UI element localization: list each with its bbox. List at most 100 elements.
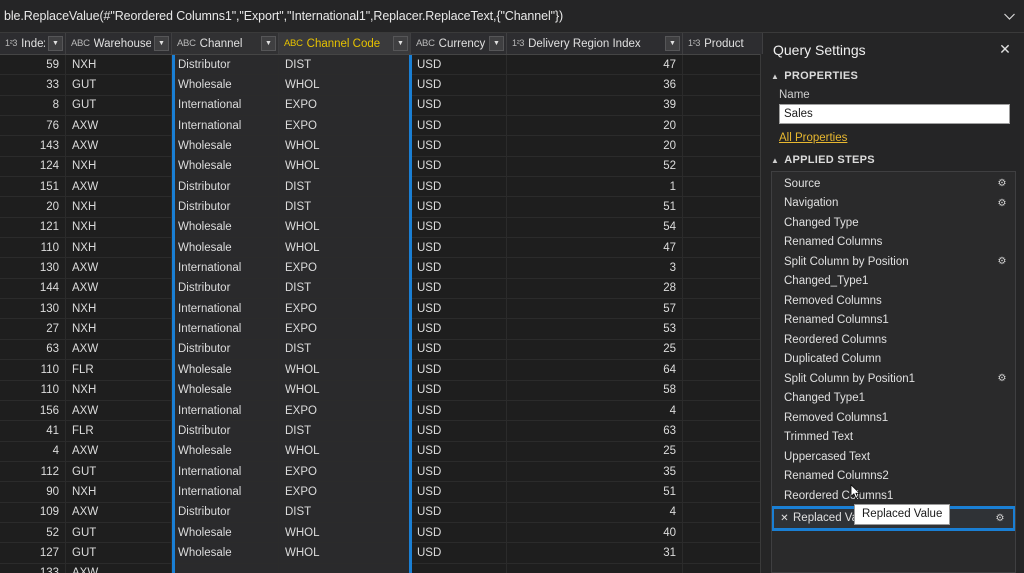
table-cell[interactable] — [683, 96, 760, 115]
applied-step-trimmed-text[interactable]: Trimmed Text — [772, 428, 1015, 448]
table-cell[interactable]: International — [172, 461, 279, 482]
table-cell[interactable]: DIST — [279, 421, 411, 441]
table-cell[interactable]: 4 — [507, 400, 683, 421]
table-cell[interactable] — [683, 381, 760, 400]
table-cell[interactable] — [683, 462, 760, 481]
table-cell[interactable]: WHOL — [279, 156, 411, 177]
table-cell[interactable]: WHOL — [279, 136, 411, 156]
table-cell[interactable]: NXH — [66, 55, 172, 75]
gear-icon[interactable]: ⚙ — [995, 178, 1009, 189]
table-cell[interactable]: AXW — [66, 400, 172, 421]
table-row[interactable]: 112 GUT International EXPO USD 35 — [0, 461, 760, 483]
table-cell[interactable] — [683, 218, 760, 237]
table-cell[interactable]: 58 — [507, 380, 683, 400]
filter-dropdown-icon[interactable]: ▼ — [393, 36, 408, 51]
table-cell[interactable]: USD — [411, 421, 507, 441]
column-header-product[interactable]: 1²3 Product — [683, 33, 763, 54]
applied-step-duplicated-column[interactable]: Duplicated Column — [772, 350, 1015, 370]
table-cell[interactable] — [683, 503, 760, 522]
table-row[interactable]: 130 AXW International EXPO USD 3 — [0, 258, 760, 279]
table-row[interactable]: 59 NXH Distributor DIST USD 47 — [0, 55, 760, 76]
table-cell[interactable]: 4 — [0, 441, 66, 461]
table-cell[interactable]: DIST — [279, 502, 411, 522]
table-cell[interactable]: 47 — [507, 238, 683, 258]
table-cell[interactable]: AXW — [66, 116, 172, 136]
table-cell[interactable] — [683, 482, 760, 501]
table-cell[interactable]: Distributor — [172, 502, 279, 522]
table-cell[interactable]: USD — [411, 441, 507, 461]
table-cell[interactable]: AXW — [66, 136, 172, 156]
table-cell[interactable]: Wholesale — [172, 441, 279, 461]
table-row[interactable]: 41 FLR Distributor DIST USD 63 — [0, 421, 760, 442]
table-row[interactable]: 130 NXH International EXPO USD 57 — [0, 299, 760, 320]
table-cell[interactable] — [683, 442, 760, 461]
table-cell[interactable]: 63 — [0, 339, 66, 360]
table-row[interactable]: 20 NXH Distributor DIST USD 51 — [0, 197, 760, 218]
table-cell[interactable]: 90 — [0, 482, 66, 502]
column-header-currency[interactable]: ABC Currency ▼ — [411, 33, 507, 54]
table-cell[interactable] — [683, 543, 760, 562]
table-cell[interactable]: GUT — [66, 95, 172, 116]
table-cell[interactable]: DIST — [279, 339, 411, 360]
table-cell[interactable]: USD — [411, 217, 507, 238]
applied-step-split-column-by-position1[interactable]: Split Column by Position1 ⚙ — [772, 369, 1015, 389]
column-header-channel-code[interactable]: ABC Channel Code ▼ — [279, 33, 411, 54]
table-cell[interactable] — [683, 177, 760, 196]
table-row[interactable]: 143 AXW Wholesale WHOL USD 20 — [0, 136, 760, 157]
applied-step-removed-columns1[interactable]: Removed Columns1 — [772, 408, 1015, 428]
table-cell[interactable]: 36 — [507, 75, 683, 95]
table-cell[interactable]: WHOL — [279, 543, 411, 563]
table-cell[interactable]: GUT — [66, 522, 172, 543]
table-cell[interactable]: International — [172, 319, 279, 339]
table-row[interactable]: 110 FLR Wholesale WHOL USD 64 — [0, 360, 760, 381]
table-cell[interactable]: DIST — [279, 197, 411, 217]
delete-step-icon[interactable]: ✕ — [778, 513, 791, 524]
table-row[interactable]: 110 NXH Wholesale WHOL USD 58 — [0, 380, 760, 401]
table-cell[interactable]: 35 — [507, 461, 683, 482]
table-row[interactable]: 156 AXW International EXPO USD 4 — [0, 400, 760, 422]
applied-step-split-column-by-position[interactable]: Split Column by Position ⚙ — [772, 252, 1015, 272]
table-cell[interactable]: EXPO — [279, 299, 411, 319]
table-row[interactable]: 144 AXW Distributor DIST USD 28 — [0, 278, 760, 300]
table-cell[interactable]: NXH — [66, 299, 172, 319]
table-cell[interactable]: AXW — [66, 502, 172, 522]
table-cell[interactable]: 1 — [507, 177, 683, 197]
table-cell[interactable]: Wholesale — [172, 522, 279, 543]
table-cell[interactable]: Wholesale — [172, 543, 279, 563]
query-name-input[interactable]: Sales — [779, 104, 1010, 124]
table-cell[interactable] — [683, 360, 760, 379]
applied-step-uppercased-text[interactable]: Uppercased Text — [772, 447, 1015, 467]
table-cell[interactable]: 124 — [0, 156, 66, 177]
table-cell[interactable]: 3 — [507, 258, 683, 278]
applied-step-navigation[interactable]: Navigation ⚙ — [772, 194, 1015, 214]
applied-step-changed-type[interactable]: Changed Type — [772, 213, 1015, 233]
table-cell[interactable]: 130 — [0, 299, 66, 319]
table-cell[interactable]: USD — [411, 156, 507, 177]
table-cell[interactable] — [683, 157, 760, 176]
table-cell[interactable]: Wholesale — [172, 217, 279, 238]
table-row[interactable]: 133AXW — [0, 563, 760, 573]
table-cell[interactable]: USD — [411, 197, 507, 217]
table-cell[interactable]: 110 — [0, 380, 66, 400]
table-cell[interactable]: 110 — [0, 238, 66, 258]
column-header-warehouse[interactable]: ABC Warehouse ▼ — [66, 33, 172, 54]
table-row[interactable]: 76 AXW International EXPO USD 20 — [0, 116, 760, 137]
column-header-index[interactable]: 1²3Index▼ — [0, 33, 66, 54]
table-row[interactable]: 63 AXW Distributor DIST USD 25 — [0, 339, 760, 361]
table-cell[interactable]: EXPO — [279, 400, 411, 421]
table-cell[interactable] — [279, 563, 411, 573]
table-cell[interactable]: USD — [411, 339, 507, 360]
table-cell[interactable]: 39 — [507, 95, 683, 116]
table-row[interactable]: 121 NXH Wholesale WHOL USD 54 — [0, 217, 760, 239]
applied-step-reordered-columns[interactable]: Reordered Columns — [772, 330, 1015, 350]
table-cell[interactable]: USD — [411, 278, 507, 299]
properties-section-header[interactable]: ▲ PROPERTIES — [761, 66, 1024, 85]
table-cell[interactable]: 52 — [0, 522, 66, 543]
table-cell[interactable]: EXPO — [279, 116, 411, 136]
table-row[interactable]: 4 AXW Wholesale WHOL USD 25 — [0, 441, 760, 462]
table-cell[interactable] — [683, 299, 760, 318]
table-cell[interactable] — [411, 563, 507, 573]
table-cell[interactable] — [683, 340, 760, 359]
table-cell[interactable] — [683, 116, 760, 135]
table-cell[interactable]: EXPO — [279, 95, 411, 116]
